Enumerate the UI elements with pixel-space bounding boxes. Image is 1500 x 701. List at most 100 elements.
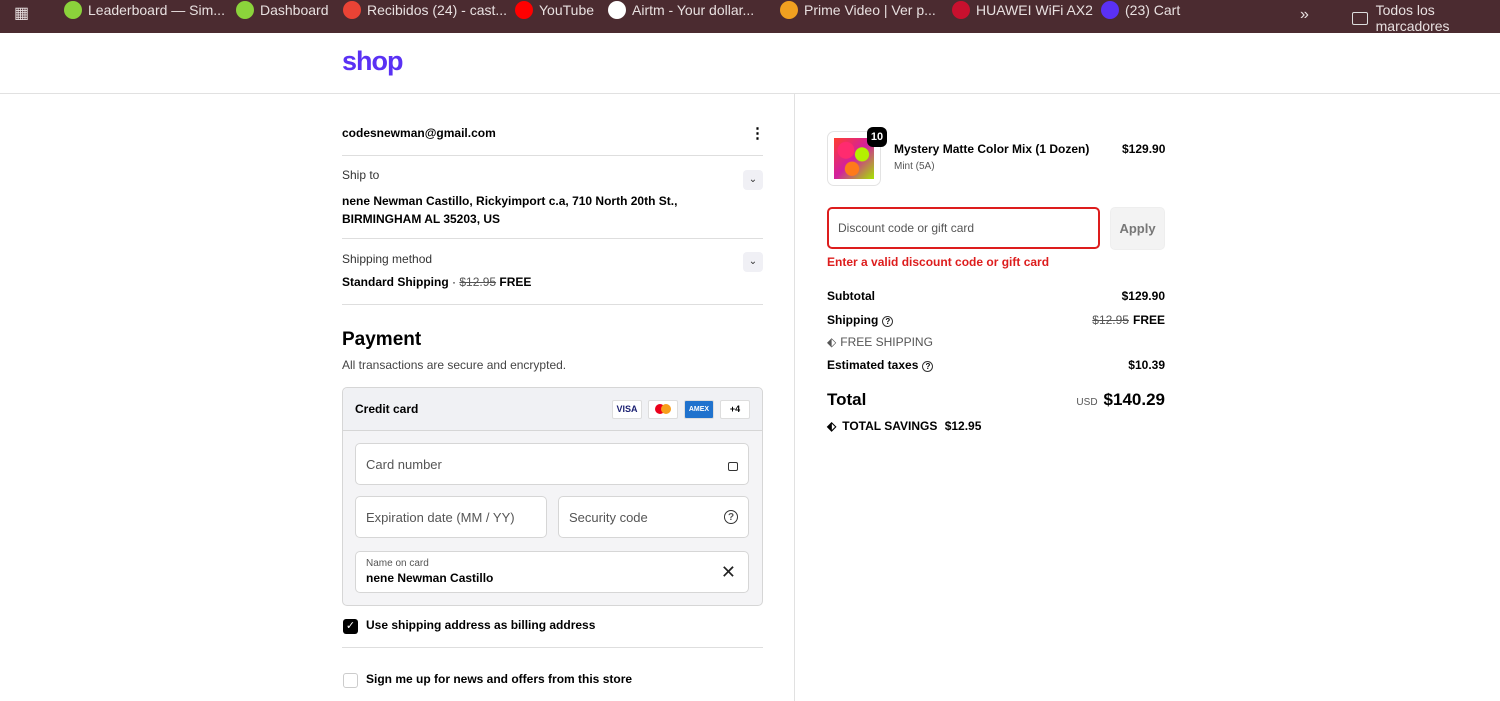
product-price: $129.90 — [1122, 142, 1166, 156]
expiration-date-input[interactable]: Expiration date (MM / YY) — [355, 496, 547, 538]
ship-to-line1: nene Newman Castillo, Rickyimport c.a, 7… — [342, 194, 678, 208]
taxes-value: $10.39 — [1128, 358, 1165, 372]
shop-logo[interactable]: shop — [342, 46, 403, 77]
bookmark-label: Airtm - Your dollar... — [632, 2, 755, 18]
bookmark-label: Leaderboard — Sim... — [88, 2, 225, 18]
amex-icon: AMEX — [684, 399, 714, 419]
folder-icon — [1352, 11, 1368, 25]
card-number-input[interactable]: Card number — [355, 443, 749, 485]
bookmark-favicon-icon — [952, 1, 970, 19]
chevron-down-icon[interactable]: ⌄ — [743, 252, 763, 272]
bookmark-label: HUAWEI WiFi AX2 — [976, 2, 1093, 18]
security-code-input[interactable]: Security code? — [558, 496, 749, 538]
discount-input[interactable]: Discount code or gift card — [827, 207, 1100, 249]
bookmark-favicon-icon — [64, 1, 82, 19]
subtotal-row: Subtotal $129.90 — [827, 289, 1165, 303]
ship-to-label: Ship to — [342, 168, 380, 182]
chevron-down-icon[interactable]: ⌄ — [743, 170, 763, 190]
total-row: Total USD $140.29 — [827, 390, 1165, 410]
bookmark-label: Dashboard — [260, 2, 329, 18]
lock-icon — [728, 461, 738, 471]
bookmark-item[interactable]: Airtm - Your dollar... — [608, 0, 754, 20]
shipping-value: FREE — [1132, 313, 1165, 327]
divider — [342, 647, 763, 648]
currency: USD — [1076, 397, 1098, 408]
tag-icon: ⬖ — [827, 335, 837, 349]
bookmark-label: Recibidos (24) - cast... — [367, 2, 508, 18]
card-number-placeholder: Card number — [366, 456, 442, 472]
clear-icon[interactable]: ✕ — [721, 562, 736, 583]
help-icon[interactable]: ? — [922, 361, 934, 372]
bookmark-item[interactable]: HUAWEI WiFi AX2 — [952, 0, 1093, 20]
bookmark-item[interactable]: Recibidos (24) - cast... — [343, 0, 507, 20]
subtotal-label: Subtotal — [827, 289, 875, 303]
savings-label: TOTAL SAVINGS — [842, 419, 938, 433]
visa-icon: VISA — [612, 399, 642, 419]
shipping-method-name: Standard Shipping — [342, 275, 449, 289]
bookmark-favicon-icon — [515, 1, 533, 19]
payment-title: Payment — [342, 329, 422, 350]
bookmark-item[interactable]: Dashboard — [236, 0, 329, 20]
apps-icon[interactable]: ▦ — [14, 3, 29, 23]
product-variant: Mint (5A) — [894, 161, 935, 172]
total-value: $140.29 — [1103, 390, 1165, 409]
bookmark-favicon-icon — [236, 1, 254, 19]
expiry-placeholder: Expiration date (MM / YY) — [366, 509, 515, 525]
bookmark-item[interactable]: Prime Video | Ver p... — [780, 0, 936, 20]
quantity-badge: 10 — [867, 127, 887, 147]
contact-email: codesnewman@gmail.com — [342, 126, 496, 140]
bookmark-favicon-icon — [1101, 1, 1119, 19]
more-bookmarks-button[interactable]: » — [1300, 6, 1309, 24]
name-on-card-label: Name on card — [366, 558, 429, 569]
divider — [342, 238, 763, 239]
newsletter-checkbox[interactable] — [343, 673, 358, 688]
divider — [342, 304, 763, 305]
product-name: Mystery Matte Color Mix (1 Dozen) — [894, 142, 1090, 156]
name-on-card-input[interactable]: Name on card nene Newman Castillo ✕ — [355, 551, 749, 593]
shipping-price: FREE — [499, 275, 532, 289]
discount-placeholder: Discount code or gift card — [838, 221, 975, 235]
free-shipping-tag: ⬖ FREE SHIPPING — [827, 335, 1165, 349]
discount-error: Enter a valid discount code or gift card — [827, 255, 1050, 269]
subtotal-value: $129.90 — [1121, 289, 1165, 303]
ship-to-section[interactable]: Ship to ⌄ nene Newman Castillo, Rickyimp… — [342, 168, 763, 228]
divider — [794, 94, 795, 701]
total-savings: ⬖ TOTAL SAVINGS $12.95 — [827, 419, 1165, 433]
help-icon[interactable]: ? — [724, 510, 738, 524]
divider — [342, 155, 763, 156]
contact-menu-button[interactable]: ⋮ — [750, 124, 765, 142]
shipping-method-label: Shipping method — [342, 252, 433, 266]
savings-value: $12.95 — [944, 419, 982, 433]
bookmark-label: (23) Cart — [1125, 2, 1181, 18]
taxes-row: Estimated taxes? $10.39 — [827, 358, 1165, 372]
bookmark-label: Prime Video | Ver p... — [804, 2, 936, 18]
apply-button[interactable]: Apply — [1110, 207, 1165, 250]
shipping-method-section[interactable]: Shipping method ⌄ Standard Shipping · $1… — [342, 252, 763, 289]
more-cards-badge: +4 — [720, 399, 750, 419]
bookmark-item[interactable]: (23) Cart — [1101, 0, 1180, 20]
bookmark-favicon-icon — [343, 1, 361, 19]
credit-card-option[interactable]: Credit card VISA AMEX +4 — [343, 388, 762, 431]
payment-subtitle: All transactions are secure and encrypte… — [342, 358, 567, 372]
mastercard-icon — [648, 399, 678, 419]
taxes-label: Estimated taxes — [827, 358, 919, 372]
free-shipping-text: FREE SHIPPING — [840, 335, 933, 349]
name-on-card-value: nene Newman Castillo — [366, 571, 494, 585]
billing-checkbox-label: Use shipping address as billing address — [366, 618, 596, 632]
shipping-row: Shipping? $12.95 FREE — [827, 313, 1165, 327]
bookmark-label: YouTube — [539, 2, 595, 18]
bookmarks-folder[interactable]: Todos los marcadores — [1352, 2, 1500, 34]
newsletter-checkbox-label: Sign me up for news and offers from this… — [366, 672, 633, 686]
billing-checkbox[interactable]: ✓ — [343, 619, 358, 634]
shipping-old-value: $12.95 — [1092, 313, 1129, 327]
security-placeholder: Security code — [569, 509, 648, 525]
bookmark-item[interactable]: YouTube — [515, 0, 594, 20]
shipping-old-price: $12.95 — [459, 275, 497, 289]
tag-icon: ⬖ — [827, 419, 837, 433]
help-icon[interactable]: ? — [882, 316, 894, 327]
bookmark-favicon-icon — [608, 1, 626, 19]
header: shop — [0, 33, 1500, 94]
credit-card-label: Credit card — [355, 402, 419, 416]
ship-to-line2: BIRMINGHAM AL 35203, US — [342, 212, 501, 226]
bookmark-item[interactable]: Leaderboard — Sim... — [64, 0, 225, 20]
